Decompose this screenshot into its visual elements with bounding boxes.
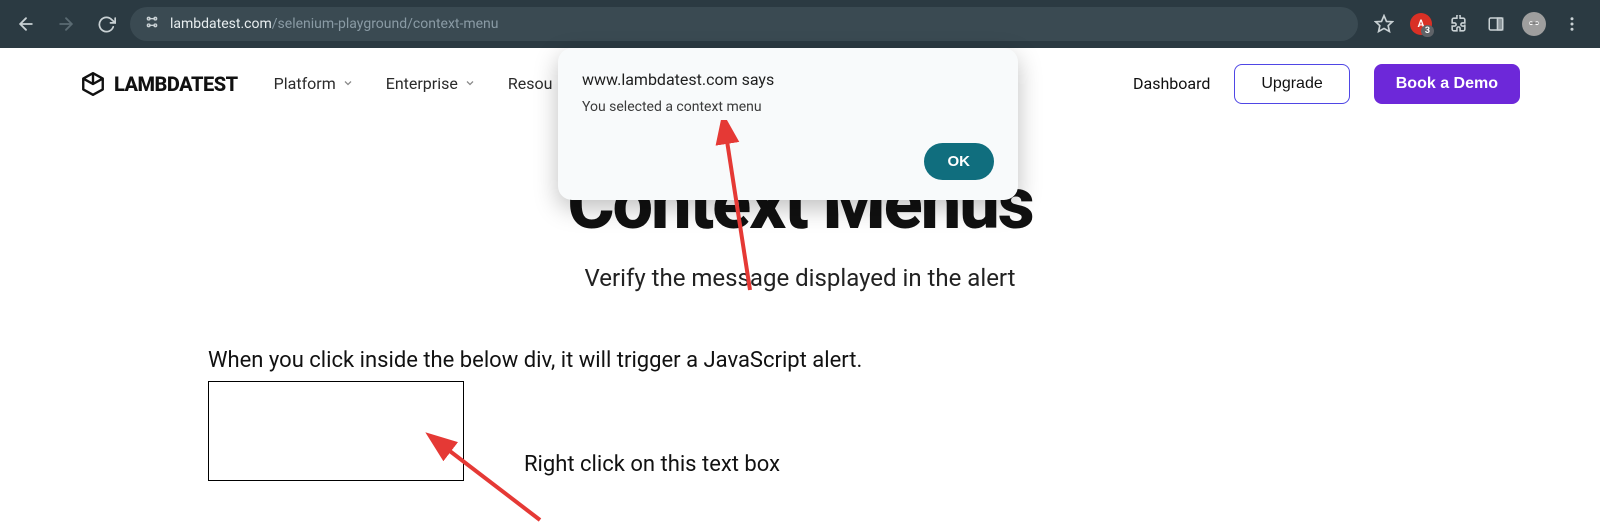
nav-enterprise[interactable]: Enterprise	[386, 74, 476, 93]
user-avatar-icon	[1524, 14, 1544, 34]
site-info-icon[interactable]	[144, 14, 160, 34]
brand-name: LAMBDATEST	[114, 72, 238, 96]
dashboard-link[interactable]: Dashboard	[1133, 74, 1210, 93]
address-bar[interactable]: lambdatest.com/selenium-playground/conte…	[130, 7, 1358, 41]
bookmark-star-icon[interactable]	[1372, 12, 1396, 36]
browser-actions: A 3	[1366, 12, 1590, 36]
chevron-down-icon	[342, 74, 354, 93]
side-panel-icon[interactable]	[1484, 12, 1508, 36]
reload-button[interactable]	[90, 8, 122, 40]
instruction-section: When you click inside the below div, it …	[80, 348, 1520, 481]
extension-badge-count: 3	[1421, 25, 1434, 37]
alert-origin: www.lambdatest.com says	[582, 70, 994, 89]
instruction-text: When you click inside the below div, it …	[208, 348, 1392, 373]
page-content: Context Menus Verify the message display…	[0, 168, 1600, 481]
book-demo-button[interactable]: Book a Demo	[1374, 64, 1520, 104]
brand-logo[interactable]: LAMBDATEST	[80, 71, 238, 97]
alert-ok-button[interactable]: OK	[924, 143, 995, 180]
box-caption: Right click on this text box	[524, 452, 780, 481]
js-alert-dialog: www.lambdatest.com says You selected a c…	[558, 48, 1018, 200]
nav-platform-label: Platform	[274, 74, 336, 93]
main-nav: Platform Enterprise Resou	[274, 74, 553, 93]
back-button[interactable]	[10, 8, 42, 40]
browser-toolbar: lambdatest.com/selenium-playground/conte…	[0, 0, 1600, 48]
header-actions: Dashboard Upgrade Book a Demo	[1133, 64, 1520, 104]
forward-button[interactable]	[50, 8, 82, 40]
upgrade-button[interactable]: Upgrade	[1234, 64, 1349, 104]
arrow-right-icon	[56, 14, 76, 34]
arrow-left-icon	[16, 14, 36, 34]
lambdatest-logo-icon	[80, 71, 106, 97]
reload-icon	[97, 15, 116, 34]
page-subtitle: Verify the message displayed in the aler…	[80, 264, 1520, 292]
nav-platform[interactable]: Platform	[274, 74, 354, 93]
alert-message: You selected a context menu	[582, 99, 994, 115]
extension-badge[interactable]: A 3	[1410, 13, 1432, 35]
extensions-icon[interactable]	[1446, 12, 1470, 36]
nav-enterprise-label: Enterprise	[386, 74, 458, 93]
nav-resources-label: Resou	[508, 74, 553, 93]
kebab-menu-icon[interactable]	[1560, 12, 1584, 36]
profile-avatar[interactable]	[1522, 12, 1546, 36]
url-text: lambdatest.com/selenium-playground/conte…	[170, 16, 499, 32]
context-menu-target-box[interactable]	[208, 381, 464, 481]
nav-resources[interactable]: Resou	[508, 74, 553, 93]
chevron-down-icon	[464, 74, 476, 93]
